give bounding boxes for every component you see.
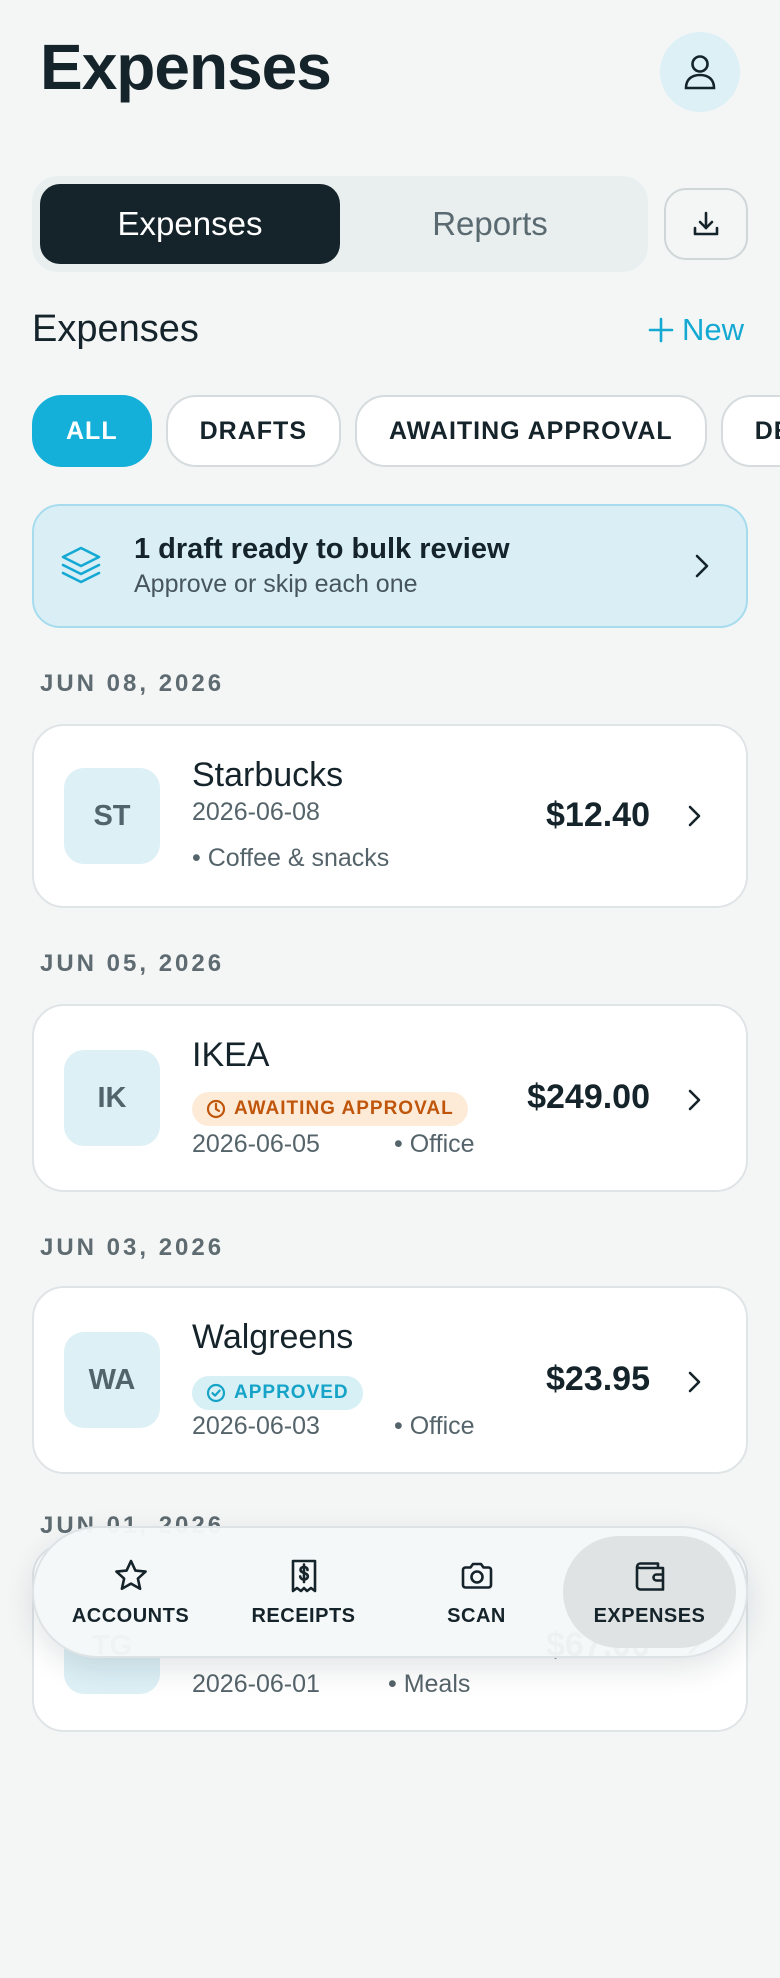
nav-label: RECEIPTS <box>251 1604 356 1627</box>
camera-icon <box>461 1562 492 1589</box>
nav-scan[interactable]: SCAN <box>390 1536 563 1648</box>
merchant-avatar: IK <box>64 1050 160 1146</box>
view-switcher: Expenses Reports <box>32 176 648 272</box>
chevron-right-icon <box>688 1089 701 1111</box>
merchant-name: Starbucks <box>192 756 344 794</box>
nav-expenses[interactable]: EXPENSES <box>563 1536 736 1648</box>
expense-category: • Meals <box>388 1670 471 1698</box>
nav-receipts[interactable]: RECEIPTS <box>217 1536 390 1648</box>
expense-date: 2026-06-05 <box>192 1130 320 1158</box>
download-button[interactable] <box>664 188 748 260</box>
tab-reports[interactable]: Reports <box>340 184 640 264</box>
chevron-right-icon <box>695 554 709 578</box>
expense-card-walgreens[interactable]: WA Walgreens APPROVED 2026-06-03 • Offic… <box>32 1286 748 1474</box>
layers-icon <box>61 546 101 584</box>
nav-label: SCAN <box>447 1604 506 1627</box>
expense-date: 2026-06-08 <box>192 798 320 826</box>
merchant-avatar: WA <box>64 1332 160 1428</box>
expense-card-starbucks[interactable]: ST Starbucks 2026-06-08 • Coffee & snack… <box>32 724 748 908</box>
expense-category: • Office <box>394 1130 475 1158</box>
user-icon <box>684 55 716 90</box>
plus-icon <box>648 317 674 343</box>
nav-accounts[interactable]: ACCOUNTS <box>44 1536 217 1648</box>
filter-all[interactable]: ALL <box>32 395 152 467</box>
expense-amount: $23.95 <box>546 1360 650 1398</box>
bottom-nav: ACCOUNTS RECEIPTS SCAN EXPENSES <box>32 1526 748 1658</box>
receipt-icon <box>291 1559 316 1592</box>
expense-amount: $12.40 <box>546 796 650 834</box>
clock-icon <box>206 1099 226 1119</box>
download-icon <box>693 211 719 236</box>
filter-denied[interactable]: DENIED <box>720 395 780 467</box>
status-label: AWAITING APPROVAL <box>234 1098 454 1119</box>
expense-date: 2026-06-01 <box>192 1670 320 1698</box>
expense-card-ikea[interactable]: IK IKEA AWAITING APPROVAL 2026-06-05 • O… <box>32 1004 748 1192</box>
wallet-icon <box>635 1561 664 1591</box>
section-title: Expenses <box>32 308 199 350</box>
chevron-right-icon <box>688 805 701 827</box>
new-expense-button[interactable]: New <box>648 312 744 348</box>
filter-chips: ALL DRAFTS AWAITING APPROVAL DENIED <box>32 395 780 469</box>
merchant-name: IKEA <box>192 1036 270 1074</box>
star-icon <box>114 1559 147 1590</box>
date-header: JUN 05, 2026 <box>40 950 225 977</box>
expense-category: • Office <box>394 1412 475 1440</box>
filter-awaiting-approval[interactable]: AWAITING APPROVAL <box>355 395 707 467</box>
nav-label: EXPENSES <box>593 1604 706 1627</box>
merchant-avatar: ST <box>64 768 160 864</box>
filter-drafts[interactable]: DRAFTS <box>165 395 341 467</box>
nav-label: ACCOUNTS <box>71 1604 190 1627</box>
profile-button[interactable] <box>660 32 740 112</box>
status-label: APPROVED <box>234 1382 349 1403</box>
expense-date: 2026-06-03 <box>192 1412 320 1440</box>
date-header: JUN 03, 2026 <box>40 1234 225 1261</box>
status-badge: AWAITING APPROVAL <box>192 1092 468 1126</box>
status-badge: APPROVED <box>192 1376 363 1410</box>
expense-amount: $249.00 <box>527 1078 650 1116</box>
tab-expenses[interactable]: Expenses <box>40 184 340 264</box>
new-expense-label: New <box>682 312 745 347</box>
banner-subtitle: Approve or skip each one <box>134 570 418 598</box>
banner-title: 1 draft ready to bulk review <box>134 533 510 565</box>
chevron-right-icon <box>688 1371 701 1393</box>
bulk-review-banner[interactable]: 1 draft ready to bulk review Approve or … <box>32 504 748 628</box>
merchant-name: Walgreens <box>192 1318 354 1356</box>
page-title: Expenses <box>40 31 332 103</box>
expense-category: • Coffee & snacks <box>192 844 390 872</box>
date-header: JUN 08, 2026 <box>40 670 225 697</box>
check-circle-icon <box>206 1383 226 1403</box>
